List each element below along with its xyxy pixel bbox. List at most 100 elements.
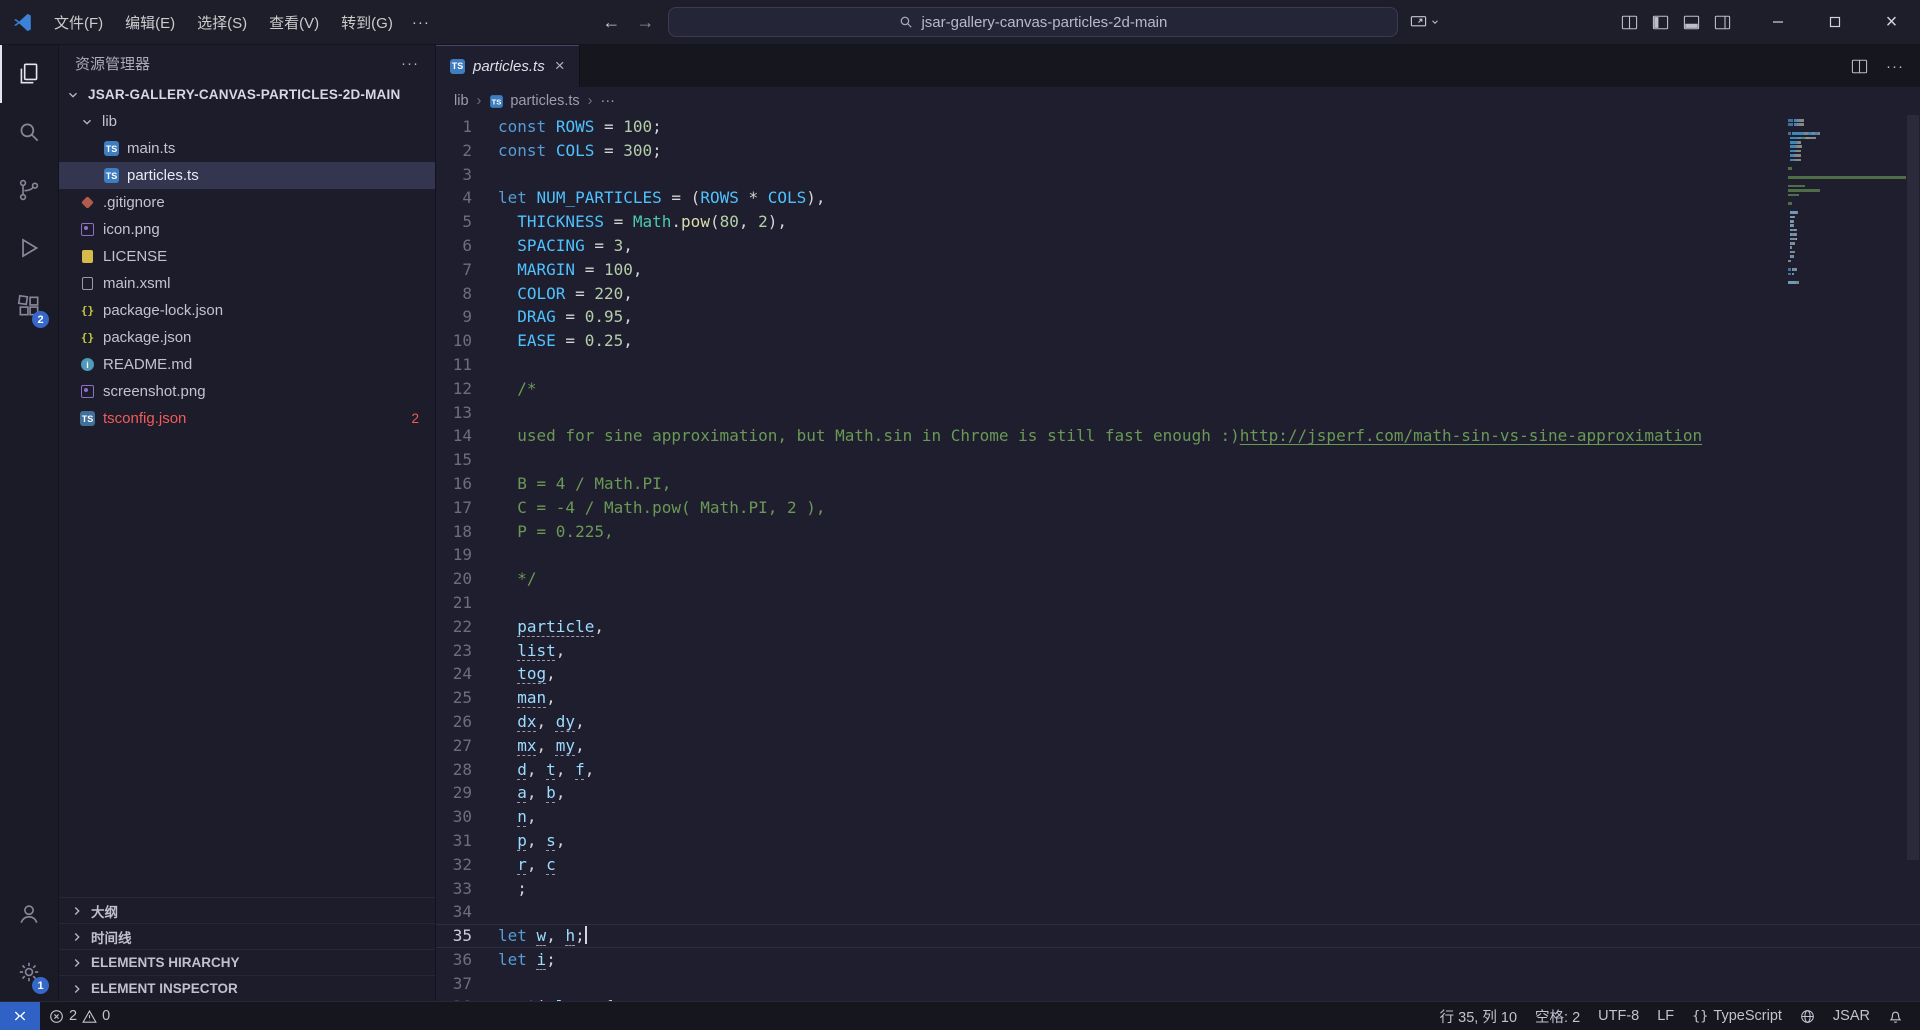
folder-root[interactable]: JSAR-GALLERY-CANVAS-PARTICLES-2D-MAIN (59, 81, 435, 108)
notifications-bell-icon[interactable] (1879, 1009, 1912, 1024)
code-line-16[interactable]: 16 B = 4 / Math.PI, (436, 472, 1920, 496)
code-line-34[interactable]: 34 (436, 900, 1920, 924)
code-line-20[interactable]: 20 */ (436, 567, 1920, 591)
tree-file-package.json[interactable]: {}package.json (59, 324, 435, 351)
code-line-11[interactable]: 11 (436, 353, 1920, 377)
tree-file-.gitignore[interactable]: .gitignore (59, 189, 435, 216)
code-line-33[interactable]: 33 ; (436, 877, 1920, 901)
code-line-22[interactable]: 22 particle, (436, 615, 1920, 639)
command-center[interactable]: jsar-gallery-canvas-particles-2d-main (668, 7, 1398, 37)
code-line-1[interactable]: 1const ROWS = 100; (436, 115, 1920, 139)
split-editor-icon[interactable] (1851, 59, 1868, 74)
code-line-13[interactable]: 13 (436, 401, 1920, 425)
code-line-21[interactable]: 21 (436, 591, 1920, 615)
code-line-38[interactable]: 38particle = { (436, 995, 1920, 1001)
code-line-17[interactable]: 17 C = -4 / Math.pow( Math.PI, 2 ), (436, 496, 1920, 520)
breadcrumb-file[interactable]: TS particles.ts (489, 93, 579, 109)
tab-particles-ts[interactable]: TS particles.ts × (436, 45, 580, 87)
tree-file-package-lock.json[interactable]: {}package-lock.json (59, 297, 435, 324)
tree-file-icon.png[interactable]: icon.png (59, 216, 435, 243)
code-line-3[interactable]: 3 (436, 163, 1920, 187)
code-line-12[interactable]: 12 /* (436, 377, 1920, 401)
run-debug-icon[interactable] (0, 219, 58, 277)
menu-编辑(E)[interactable]: 编辑(E) (114, 7, 186, 38)
code-line-15[interactable]: 15 (436, 448, 1920, 472)
settings-gear-icon[interactable]: 1 (0, 943, 58, 1001)
code-line-32[interactable]: 32 r, c (436, 853, 1920, 877)
tree-file-README.md[interactable]: iREADME.md (59, 351, 435, 378)
code-line-25[interactable]: 25 man, (436, 686, 1920, 710)
code-line-37[interactable]: 37 (436, 972, 1920, 996)
editor-more-button[interactable]: ··· (1886, 58, 1904, 75)
encoding[interactable]: UTF-8 (1589, 1008, 1648, 1024)
code-line-14[interactable]: 14 used for sine approximation, but Math… (436, 424, 1920, 448)
eol-sequence[interactable]: LF (1648, 1008, 1683, 1024)
code-line-29[interactable]: 29 a, b, (436, 781, 1920, 805)
minimize-button[interactable] (1749, 0, 1806, 44)
account-icon[interactable] (0, 885, 58, 943)
layout-columns-icon[interactable] (1621, 15, 1638, 30)
breadcrumb-folder[interactable]: lib (454, 93, 469, 109)
tab-close-icon[interactable]: × (555, 56, 565, 76)
panel-ELEMENTS HIRARCHY[interactable]: ELEMENTS HIRARCHY (59, 949, 435, 975)
menu-查看(V)[interactable]: 查看(V) (258, 7, 330, 38)
code-line-6[interactable]: 6 SPACING = 3, (436, 234, 1920, 258)
code-line-19[interactable]: 19 (436, 543, 1920, 567)
menu-文件(F)[interactable]: 文件(F) (43, 7, 114, 38)
toggle-primary-sidebar-icon[interactable] (1652, 15, 1669, 30)
search-icon[interactable] (0, 103, 58, 161)
tree-folder-lib[interactable]: lib (59, 108, 435, 135)
tree-file-particles.ts[interactable]: TSparticles.ts (59, 162, 435, 189)
remote-indicator[interactable] (0, 1002, 40, 1030)
vertical-scrollbar[interactable] (1906, 115, 1920, 1001)
code-line-8[interactable]: 8 COLOR = 220, (436, 282, 1920, 306)
nav-forward-button[interactable]: → (634, 12, 656, 33)
code-line-2[interactable]: 2const COLS = 300; (436, 139, 1920, 163)
scrollbar-thumb[interactable] (1907, 115, 1919, 860)
code-line-28[interactable]: 28 d, t, f, (436, 758, 1920, 782)
tree-file-main.ts[interactable]: TSmain.ts (59, 135, 435, 162)
menu-more-button[interactable]: ··· (404, 9, 438, 36)
problems-status[interactable]: 2 0 (40, 1008, 119, 1024)
code-line-10[interactable]: 10 EASE = 0.25, (436, 329, 1920, 353)
tree-file-tsconfig.json[interactable]: TStsconfig.json2 (59, 405, 435, 432)
language-mode[interactable]: {} TypeScript (1683, 1008, 1791, 1024)
code-line-23[interactable]: 23 list, (436, 639, 1920, 663)
toggle-panel-icon[interactable] (1683, 15, 1700, 30)
indentation[interactable]: 空格: 2 (1526, 1006, 1589, 1027)
maximize-button[interactable] (1806, 0, 1863, 44)
explorer-more-button[interactable]: ··· (401, 55, 419, 72)
panel-时间线[interactable]: 时间线 (59, 923, 435, 949)
panel-大纲[interactable]: 大纲 (59, 897, 435, 923)
code-line-5[interactable]: 5 THICKNESS = Math.pow(80, 2), (436, 210, 1920, 234)
code-line-24[interactable]: 24 tog, (436, 662, 1920, 686)
menu-转到(G)[interactable]: 转到(G) (330, 7, 404, 38)
code-line-9[interactable]: 9 DRAG = 0.95, (436, 305, 1920, 329)
cast-button[interactable] (1410, 15, 1440, 30)
extensions-icon[interactable]: 2 (0, 277, 58, 335)
code-line-7[interactable]: 7 MARGIN = 100, (436, 258, 1920, 282)
source-control-icon[interactable] (0, 161, 58, 219)
explorer-icon[interactable] (0, 45, 58, 103)
toggle-secondary-sidebar-icon[interactable] (1714, 15, 1731, 30)
code-line-35[interactable]: 35let w, h; (436, 924, 1920, 948)
menu-选择(S)[interactable]: 选择(S) (186, 7, 258, 38)
code-line-26[interactable]: 26 dx, dy, (436, 710, 1920, 734)
code-line-36[interactable]: 36let i; (436, 948, 1920, 972)
code-line-4[interactable]: 4let NUM_PARTICLES = (ROWS * COLS), (436, 186, 1920, 210)
close-button[interactable]: × (1863, 0, 1920, 44)
panel-ELEMENT INSPECTOR[interactable]: ELEMENT INSPECTOR (59, 975, 435, 1001)
cursor-position[interactable]: 行 35, 列 10 (1431, 1006, 1526, 1027)
code-line-27[interactable]: 27 mx, my, (436, 734, 1920, 758)
tree-file-LICENSE[interactable]: LICENSE (59, 243, 435, 270)
code-line-18[interactable]: 18 P = 0.225, (436, 520, 1920, 544)
tree-file-main.xsml[interactable]: main.xsml (59, 270, 435, 297)
nav-back-button[interactable]: ← (600, 12, 622, 33)
breadcrumb-symbol[interactable]: ··· (601, 93, 616, 109)
code-line-31[interactable]: 31 p, s, (436, 829, 1920, 853)
code-line-30[interactable]: 30 n, (436, 805, 1920, 829)
jsar-status[interactable]: JSAR (1824, 1008, 1879, 1024)
tree-file-screenshot.png[interactable]: screenshot.png (59, 378, 435, 405)
minimap[interactable] (1788, 119, 1906, 286)
code-editor[interactable]: 1const ROWS = 100;2const COLS = 300;34le… (436, 115, 1920, 1001)
